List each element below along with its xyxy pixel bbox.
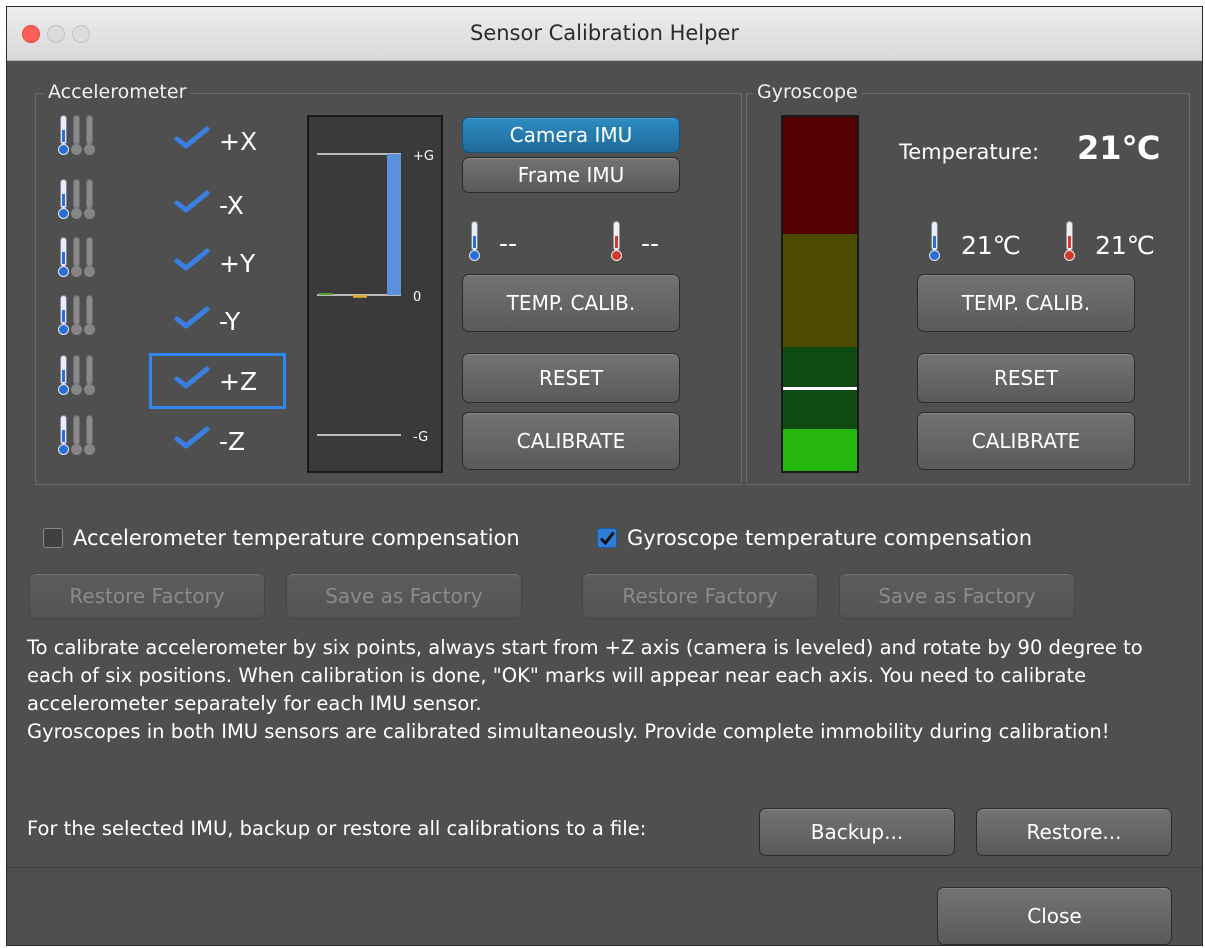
- gyro-compensation-checkbox[interactable]: [597, 528, 617, 548]
- accel-compensation-checkbox-row[interactable]: Accelerometer temperature compensation: [43, 526, 520, 550]
- window-title: Sensor Calibration Helper: [469, 21, 740, 45]
- instructions-text: To calibrate accelerometer by six points…: [27, 634, 1192, 746]
- thermometer-icon: [84, 179, 95, 219]
- gyro-temp-right: 21℃: [1095, 231, 1155, 260]
- y-axis-bar: [353, 295, 367, 298]
- accel-temp-calib-button[interactable]: TEMP. CALIB.: [462, 274, 680, 332]
- axis-thermometer-row: [58, 115, 95, 155]
- backup-button[interactable]: Backup...: [759, 808, 955, 856]
- accel-instructions: To calibrate accelerometer by six points…: [27, 636, 1143, 715]
- axis-label: -X: [219, 190, 244, 220]
- camera-imu-button[interactable]: Camera IMU: [462, 117, 680, 153]
- gauge-level-fill: [783, 428, 857, 471]
- gyroscope-stability-gauge: [781, 115, 859, 473]
- gyro-save-factory-button[interactable]: Save as Factory: [839, 573, 1075, 619]
- accel-temp-right: --: [641, 229, 660, 258]
- zero-label: 0: [413, 290, 421, 305]
- z-axis-bar: [387, 154, 401, 295]
- axis-thermometer-row: [58, 295, 95, 335]
- accelerometer-chart: +G 0 -G: [307, 115, 443, 473]
- thermometer-icon: [71, 355, 82, 395]
- gauge-bad-zone: [783, 117, 857, 234]
- accel-calibrate-button[interactable]: CALIBRATE: [462, 412, 680, 470]
- calibration-window: Sensor Calibration Helper Accelerometer …: [6, 6, 1203, 946]
- axis-item[interactable]: -Z: [173, 425, 245, 457]
- plus-g-label: +G: [413, 149, 434, 164]
- gyro-temp-hot-icon: [1064, 221, 1075, 261]
- axis-check-icon: [173, 189, 211, 221]
- thermometer-icon: [58, 295, 69, 335]
- axis-label: -Y: [219, 306, 241, 336]
- thermometer-icon: [58, 115, 69, 155]
- accel-compensation-checkbox[interactable]: [43, 528, 63, 548]
- thermometer-icon: [58, 179, 69, 219]
- close-button[interactable]: Close: [937, 887, 1172, 945]
- accel-temp-hot-icon: [611, 221, 622, 261]
- gyro-restore-factory-button[interactable]: Restore Factory: [582, 573, 818, 619]
- accel-temp-cold-icon: [469, 221, 480, 261]
- axis-item[interactable]: -Y: [173, 305, 240, 337]
- selected-axis-highlight: [149, 353, 286, 409]
- gyro-instructions: Gyroscopes in both IMU sensors are calib…: [27, 720, 1110, 743]
- thermometer-icon: [58, 415, 69, 455]
- gyro-reset-button[interactable]: RESET: [917, 353, 1135, 403]
- axis-check-icon: [173, 125, 211, 157]
- axis-thermometer-row: [58, 179, 95, 219]
- thermometer-icon: [71, 237, 82, 277]
- axis-label: +Y: [219, 248, 256, 278]
- accel-restore-factory-button[interactable]: Restore Factory: [29, 573, 265, 619]
- x-axis-bar: [319, 293, 333, 295]
- accel-temp-left: --: [499, 229, 518, 258]
- thermometer-icon: [84, 115, 95, 155]
- accel-reset-button[interactable]: RESET: [462, 353, 680, 403]
- thermometer-icon: [71, 179, 82, 219]
- gauge-level-marker: [783, 386, 857, 390]
- footer-separator: [7, 867, 1202, 868]
- axis-item[interactable]: -X: [173, 189, 244, 221]
- accel-compensation-label: Accelerometer temperature compensation: [73, 526, 520, 550]
- gyro-compensation-label: Gyroscope temperature compensation: [627, 526, 1033, 550]
- gyro-temp-left: 21℃: [961, 231, 1021, 260]
- frame-imu-button[interactable]: Frame IMU: [462, 157, 680, 193]
- axis-check-icon: [173, 425, 211, 457]
- axis-label: -Z: [219, 426, 246, 456]
- gauge-warning-zone: [783, 233, 857, 348]
- accelerometer-group-title: Accelerometer: [44, 81, 191, 103]
- gyro-temp-cold-icon: [929, 221, 940, 261]
- thermometer-icon: [84, 415, 95, 455]
- axis-check-icon: [173, 247, 211, 279]
- thermometer-icon: [58, 237, 69, 277]
- thermometer-icon: [84, 237, 95, 277]
- gyro-temp-calib-button[interactable]: TEMP. CALIB.: [917, 274, 1135, 332]
- title-bar: Sensor Calibration Helper: [7, 7, 1202, 61]
- gyro-temperature-label: Temperature:: [899, 140, 1040, 164]
- thermometer-icon: [58, 355, 69, 395]
- thermometer-icon: [71, 115, 82, 155]
- axis-label: +X: [219, 126, 258, 156]
- thermometer-icon: [71, 415, 82, 455]
- axis-thermometer-row: [58, 415, 95, 455]
- backup-label: For the selected IMU, backup or restore …: [27, 817, 647, 840]
- gyro-temperature-value: 21℃: [1077, 129, 1161, 167]
- axis-thermometer-row: [58, 355, 95, 395]
- minus-g-label: -G: [413, 430, 428, 445]
- gyroscope-group-title: Gyroscope: [753, 81, 862, 103]
- thermometer-icon: [84, 355, 95, 395]
- accel-save-factory-button[interactable]: Save as Factory: [286, 573, 522, 619]
- axis-item[interactable]: +Y: [173, 247, 255, 279]
- gyro-calibrate-button[interactable]: CALIBRATE: [917, 412, 1135, 470]
- restore-button[interactable]: Restore...: [976, 808, 1172, 856]
- axis-check-icon: [173, 305, 211, 337]
- check-icon: [599, 531, 615, 546]
- axis-item[interactable]: +X: [173, 125, 257, 157]
- thermometer-icon: [71, 295, 82, 335]
- gyro-compensation-checkbox-row[interactable]: Gyroscope temperature compensation: [597, 526, 1032, 550]
- thermometer-icon: [84, 295, 95, 335]
- axis-thermometer-row: [58, 237, 95, 277]
